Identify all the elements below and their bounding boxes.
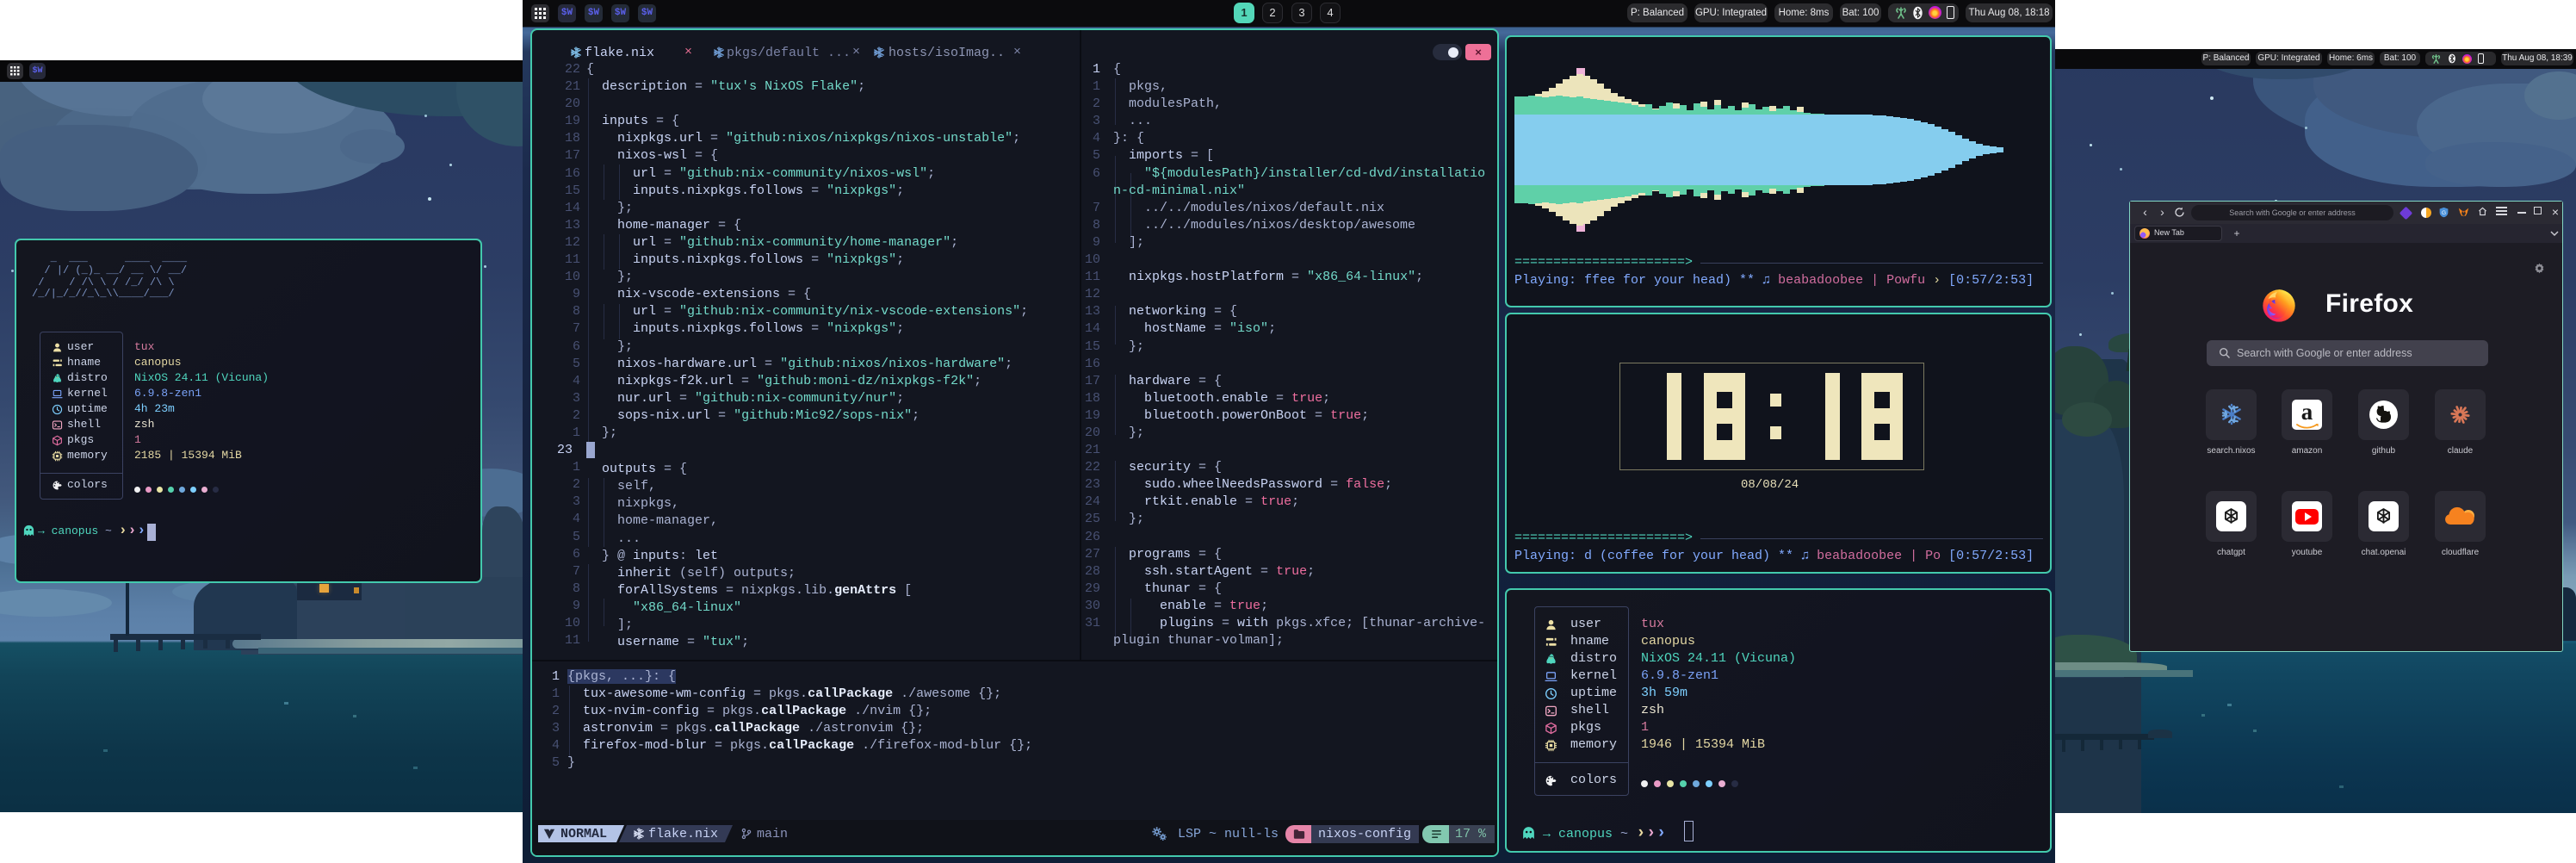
svg-text:G: G xyxy=(2442,210,2446,216)
